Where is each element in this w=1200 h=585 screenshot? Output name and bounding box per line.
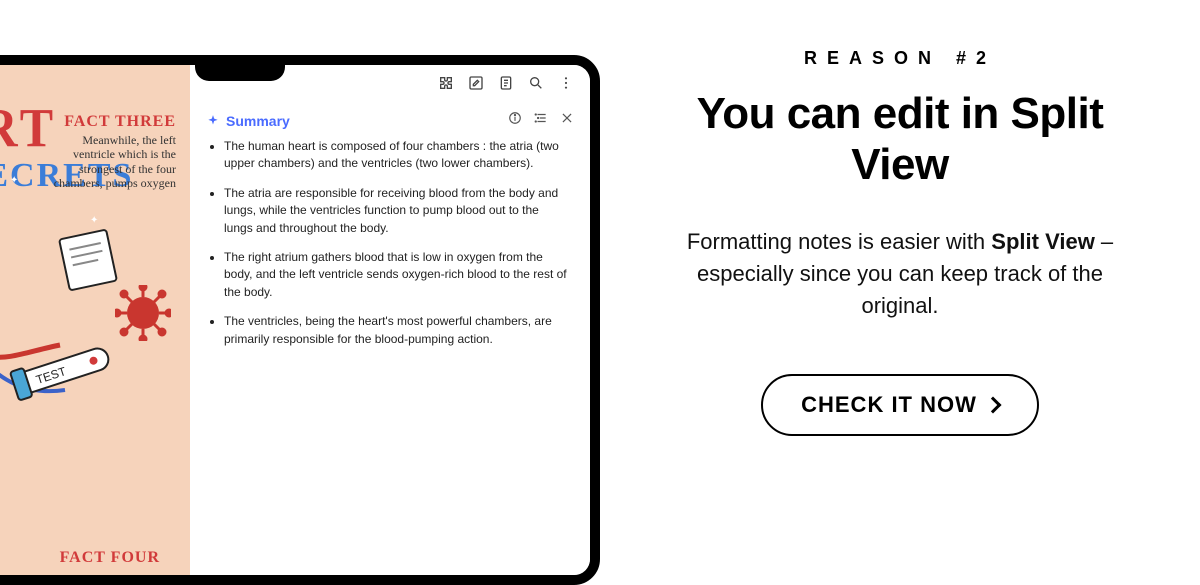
summary-bullet: The human heart is composed of four cham…	[224, 138, 574, 173]
tablet-frame: EART OF SECRETS FACT THREE Meanwhile, th…	[0, 55, 600, 585]
summary-header: Summary	[206, 113, 290, 129]
summary-bullet: The ventricles, being the heart's most p…	[224, 313, 574, 348]
fact-three-text: Meanwhile, the left ventricle which is t…	[46, 133, 176, 191]
info-icon[interactable]	[508, 111, 522, 130]
summary-bullet-list: The human heart is composed of four cham…	[206, 138, 574, 348]
virus-icon	[115, 285, 171, 341]
fact-three-block: FACT THREE Meanwhile, the left ventricle…	[46, 113, 176, 191]
split-view-right-summary: Summary The hum	[190, 65, 590, 575]
summary-bullet: The atria are responsible for receiving …	[224, 185, 574, 237]
fact-four-label: FACT FOUR	[60, 549, 160, 567]
marketing-copy: REASON #2 You can edit in Split View For…	[600, 0, 1200, 523]
summary-bullet: The right atrium gathers blood that is l…	[224, 249, 574, 301]
app-toolbar	[438, 75, 574, 96]
summary-title: Summary	[226, 113, 290, 129]
page-icon[interactable]	[498, 75, 514, 96]
notepad-icon	[54, 225, 121, 295]
tablet-notch	[195, 61, 285, 81]
split-view-left-document: EART OF SECRETS FACT THREE Meanwhile, th…	[0, 65, 190, 575]
search-icon[interactable]	[528, 75, 544, 96]
fact-three-label: FACT THREE	[46, 113, 176, 131]
sparkle-icon	[206, 114, 220, 128]
cta-label: CHECK IT NOW	[801, 392, 977, 418]
outline-icon[interactable]	[534, 111, 548, 130]
body-bold: Split View	[991, 229, 1095, 254]
close-icon[interactable]	[560, 111, 574, 130]
headline-text: You can edit in Split View	[650, 89, 1150, 190]
puzzle-icon[interactable]	[438, 75, 454, 96]
cta-button[interactable]: CHECK IT NOW	[761, 374, 1039, 436]
more-icon[interactable]	[558, 75, 574, 96]
doodle-cluster: TEST	[20, 235, 180, 395]
body-pre: Formatting notes is easier with	[687, 229, 991, 254]
edit-icon[interactable]	[468, 75, 484, 96]
device-mockup: EART OF SECRETS FACT THREE Meanwhile, th…	[0, 0, 600, 523]
eyebrow-text: REASON #2	[804, 48, 996, 69]
body-text: Formatting notes is easier with Split Vi…	[685, 226, 1115, 322]
chevron-right-icon	[984, 396, 1001, 413]
